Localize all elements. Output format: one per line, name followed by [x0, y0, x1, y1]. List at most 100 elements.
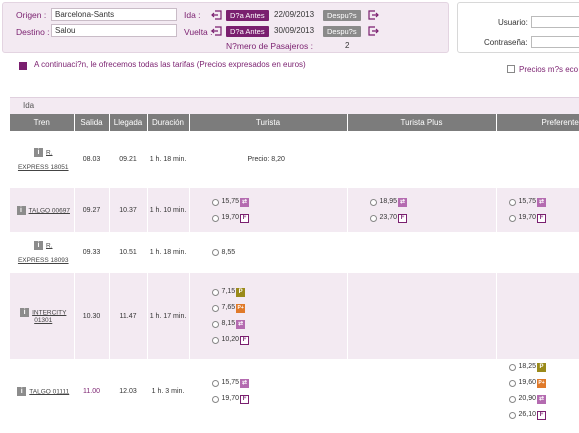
duracion-value: 1 h. 3 min.: [151, 387, 185, 395]
fare-radio[interactable]: [369, 214, 377, 222]
fare-radio[interactable]: [211, 336, 219, 344]
salida-time: 09.27: [82, 206, 101, 214]
usuario-input[interactable]: [531, 16, 579, 28]
turista-plus-cell: 18,95 ⇄ 23,70 F: [347, 188, 497, 232]
info-icon[interactable]: i: [17, 386, 27, 396]
fare-radio[interactable]: [369, 198, 377, 206]
info-icon[interactable]: i: [34, 148, 43, 157]
flexible-fare-icon: F: [240, 213, 250, 223]
fare-value: 19,70: [221, 214, 240, 221]
train-link[interactable]: INTERCITY 01301: [32, 309, 66, 324]
info-icon[interactable]: i: [34, 241, 43, 250]
fare-option[interactable]: 10,20 F: [211, 332, 347, 348]
train-link[interactable]: EXPRESS 18093: [18, 257, 69, 264]
destino-field[interactable]: Salou: [51, 24, 177, 37]
exit-right-icon[interactable]: [368, 26, 379, 36]
fare-value: 8,15: [221, 320, 236, 327]
pasajeros-label: N?mero de Pasajeros :: [226, 41, 313, 51]
ida-next-day-button[interactable]: Despu?s: [323, 10, 361, 21]
turista-cell: 15,75 ⇄ 19,70 F: [189, 188, 348, 232]
fare-option[interactable]: 7,15 P: [211, 284, 347, 300]
fare-value: 19,70: [518, 214, 537, 221]
fare-option[interactable]: 19,70 F: [211, 391, 347, 407]
origen-field[interactable]: Barcelona-Sants: [51, 8, 177, 21]
fare-option[interactable]: 19,60 P+: [508, 375, 579, 391]
password-input[interactable]: [531, 36, 579, 48]
fare-radio[interactable]: [508, 198, 516, 206]
fare-radio[interactable]: [508, 379, 516, 387]
info-icon[interactable]: i: [16, 205, 26, 215]
vuelta-prev-day-button[interactable]: D?a Antes: [226, 26, 269, 37]
tren-cell: i INTERCITY 01301: [10, 273, 75, 359]
fare-option[interactable]: 8,15 ⇄: [211, 316, 347, 332]
fare-option[interactable]: 19,70 F: [508, 210, 579, 226]
fare-radio[interactable]: [211, 214, 219, 222]
fare-radio[interactable]: [211, 198, 219, 206]
fare-option[interactable]: 18,95 ⇄: [369, 194, 496, 210]
train-prefix-link[interactable]: R.: [46, 242, 53, 249]
info-icon[interactable]: i: [20, 308, 30, 317]
fare-value: 19,60: [518, 379, 537, 386]
fare-value: 15,75: [221, 198, 240, 205]
fare-radio[interactable]: [508, 411, 516, 419]
duracion-value: 1 h. 17 min.: [149, 312, 187, 320]
turista-cell: 15,75 ⇄ 19,70 F: [189, 359, 348, 423]
fare-value: 7,15: [221, 288, 236, 295]
bullet-square-icon: [19, 62, 27, 70]
train-link[interactable]: EXPRESS 18051: [18, 164, 69, 171]
duracion-cell: 1 h. 18 min.: [147, 131, 190, 188]
fare-radio[interactable]: [211, 379, 219, 387]
fare-option[interactable]: 15,75 ⇄: [211, 194, 347, 210]
fare-option[interactable]: 26,10 F: [508, 407, 579, 423]
llegada-cell: 10.37: [109, 188, 148, 232]
salida-time: 09.33: [82, 249, 101, 256]
fare-radio[interactable]: [211, 288, 219, 296]
fare-option[interactable]: 7,65 P+: [211, 300, 347, 316]
fare-radio[interactable]: [508, 363, 516, 371]
train-prefix-link[interactable]: R.: [46, 149, 53, 156]
preferente-cell: 18,25 P 19,60 P+ 20,90 ⇄ 26,10 F: [496, 359, 579, 423]
llegada-cell: 09.21: [109, 131, 148, 188]
fare-radio[interactable]: [211, 395, 219, 403]
duracion-value: 1 h. 18 min.: [149, 249, 187, 256]
vuelta-next-day-button[interactable]: Despu?s: [323, 26, 361, 37]
train-link[interactable]: TALGO 00697: [29, 207, 70, 214]
fare-radio[interactable]: [508, 214, 516, 222]
swap-fare-icon: ⇄: [537, 197, 547, 207]
fare-option[interactable]: 8,55: [211, 245, 347, 261]
fare-radio[interactable]: [211, 304, 219, 312]
fare-option[interactable]: 20,90 ⇄: [508, 391, 579, 407]
fare-radio[interactable]: [211, 249, 219, 256]
fare-option[interactable]: 23,70 F: [369, 210, 496, 226]
turista-cell: 8,55: [189, 232, 348, 273]
llegada-time: 12.03: [119, 387, 137, 395]
fare-radio[interactable]: [211, 320, 219, 328]
fare-value: 18,95: [379, 198, 398, 205]
fare-option[interactable]: 19,70 F: [211, 210, 347, 226]
train-link[interactable]: TALGO 01111: [29, 388, 69, 395]
promo-fare-icon: P: [537, 362, 547, 372]
fare-value: 18,25: [518, 363, 537, 370]
exit-left-icon[interactable]: [211, 10, 222, 20]
exit-right-icon[interactable]: [368, 10, 379, 20]
col-header-preferente: Preferente: [496, 114, 579, 131]
col-header-duracion: Duración: [147, 114, 190, 131]
precios-label: Precios m?s eco: [519, 65, 579, 74]
col-header-salida: Salida: [74, 114, 110, 131]
preferente-cell: 15,75 ⇄ 19,70 F: [496, 188, 579, 232]
preferente-cell: [496, 131, 579, 188]
fare-radio[interactable]: [508, 395, 516, 403]
ida-prev-day-button[interactable]: D?a Antes: [226, 10, 269, 21]
salida-cell: 09.27: [74, 188, 110, 232]
col-header-tren: Tren: [10, 114, 75, 131]
pasajeros-value: 2: [345, 41, 350, 50]
vuelta-date: 30/09/2013: [274, 26, 315, 35]
exit-left-icon[interactable]: [211, 26, 222, 36]
fare-option[interactable]: 18,25 P: [508, 359, 579, 375]
precios-checkbox[interactable]: [507, 65, 515, 73]
fare-option[interactable]: 15,75 ⇄: [211, 375, 347, 391]
promo-plus-fare-icon: P+: [537, 378, 547, 388]
plain-price: Precio: 8,20: [247, 156, 285, 163]
fare-option[interactable]: 15,75 ⇄: [508, 194, 579, 210]
password-label: Contraseña:: [484, 38, 528, 47]
